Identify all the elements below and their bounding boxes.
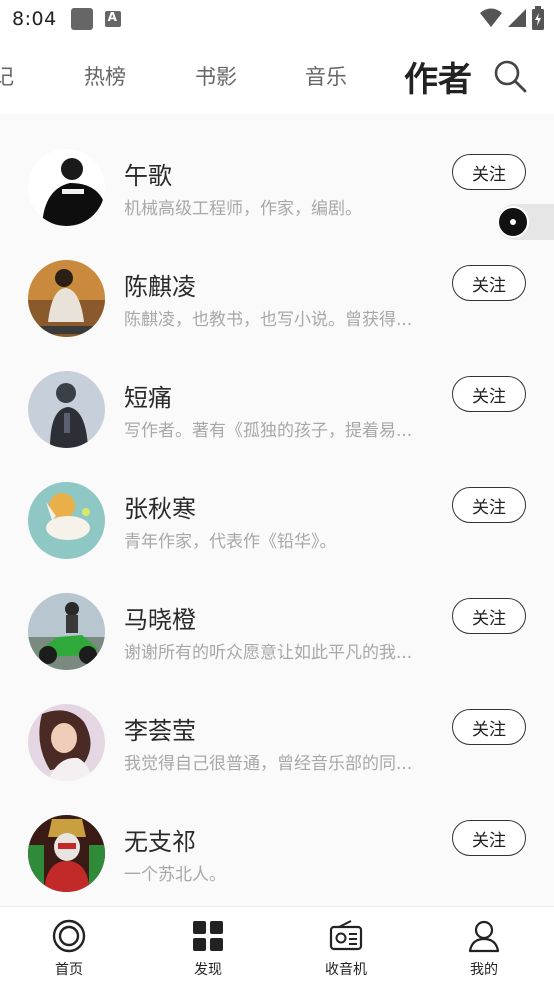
author-name: 陈麒凌 xyxy=(124,273,196,301)
wifi-icon xyxy=(480,8,502,27)
floating-player[interactable] xyxy=(497,204,554,240)
search-icon[interactable] xyxy=(492,58,528,94)
notification-a-icon xyxy=(104,10,121,27)
nav-discover[interactable]: 发现 xyxy=(158,907,258,985)
category-tabs: 记 热榜 书影 音乐 作者 xyxy=(0,38,554,114)
author-row[interactable]: 无支祁 一个苏北人。 关注 xyxy=(0,780,554,892)
avatar xyxy=(28,482,105,559)
nav-radio-label: 收音机 xyxy=(325,962,367,978)
nav-radio[interactable]: 收音机 xyxy=(296,907,396,985)
follow-button[interactable]: 关注 xyxy=(452,265,526,301)
author-list: 午歌 机械高级工程师，作家，编剧。 关注 陈麒凌 陈麒凌，也教书，也写小说。曾获… xyxy=(0,114,554,906)
home-circle-icon xyxy=(52,919,86,953)
follow-button[interactable]: 关注 xyxy=(452,487,526,523)
author-name: 午歌 xyxy=(124,162,172,190)
person-icon xyxy=(468,920,500,953)
notification-square-icon xyxy=(70,8,93,30)
author-bio: 谢谢所有的听众愿意让如此平凡的我... xyxy=(124,643,413,663)
follow-button[interactable]: 关注 xyxy=(452,376,526,412)
avatar xyxy=(28,593,105,670)
author-bio: 机械高级工程师，作家，编剧。 xyxy=(124,199,362,219)
status-bar: 8:04 xyxy=(0,0,554,38)
author-bio: 我觉得自己很普通，曾经音乐部的同... xyxy=(124,754,413,774)
author-row[interactable]: 午歌 机械高级工程师，作家，编剧。 关注 xyxy=(0,114,554,226)
follow-button[interactable]: 关注 xyxy=(452,598,526,634)
tab-hot-list[interactable]: 热榜 xyxy=(84,61,126,91)
nav-mine[interactable]: 我的 xyxy=(434,907,534,985)
author-row[interactable]: 李荟莹 我觉得自己很普通，曾经音乐部的同... 关注 xyxy=(0,669,554,781)
battery-icon xyxy=(532,6,544,30)
vinyl-disc-icon xyxy=(497,206,529,238)
avatar xyxy=(28,260,105,337)
follow-button[interactable]: 关注 xyxy=(452,709,526,745)
author-bio: 一个苏北人。 xyxy=(124,865,226,885)
status-icons xyxy=(480,6,544,30)
tab-books-films[interactable]: 书影 xyxy=(195,61,237,91)
avatar xyxy=(28,815,105,892)
status-time: 8:04 xyxy=(12,8,57,30)
author-row[interactable]: 张秋寒 青年作家，代表作《铅华》。 关注 xyxy=(0,447,554,559)
nav-discover-label: 发现 xyxy=(194,962,222,978)
author-name: 张秋寒 xyxy=(124,495,196,523)
author-name: 无支祁 xyxy=(124,828,196,856)
author-name: 马晓橙 xyxy=(124,606,196,634)
avatar xyxy=(28,371,105,448)
nav-mine-label: 我的 xyxy=(470,962,498,978)
author-row[interactable]: 马晓橙 谢谢所有的听众愿意让如此平凡的我... 关注 xyxy=(0,558,554,670)
tab-ji[interactable]: 记 xyxy=(0,61,14,91)
author-name: 李荟莹 xyxy=(124,717,196,745)
grid-icon xyxy=(193,921,223,951)
author-name: 短痛 xyxy=(124,384,172,412)
tab-music[interactable]: 音乐 xyxy=(305,61,347,91)
bottom-nav: 首页 发现 收音机 我的 xyxy=(0,906,554,985)
author-bio: 青年作家，代表作《铅华》。 xyxy=(124,532,337,552)
author-row[interactable]: 陈麒凌 陈麒凌，也教书，也写小说。曾获得... 关注 xyxy=(0,225,554,337)
nav-home[interactable]: 首页 xyxy=(19,907,119,985)
author-row[interactable]: 短痛 写作者。著有《孤独的孩子，提着易... 关注 xyxy=(0,336,554,448)
radio-icon xyxy=(329,920,363,951)
tab-authors[interactable]: 作者 xyxy=(404,52,472,101)
author-bio: 陈麒凌，也教书，也写小说。曾获得... xyxy=(124,310,413,330)
follow-button[interactable]: 关注 xyxy=(452,820,526,856)
nav-home-label: 首页 xyxy=(55,962,83,978)
cell-signal-icon xyxy=(508,9,526,27)
avatar xyxy=(28,704,105,781)
avatar xyxy=(28,149,105,226)
follow-button[interactable]: 关注 xyxy=(452,154,526,190)
author-bio: 写作者。著有《孤独的孩子，提着易... xyxy=(124,421,413,441)
